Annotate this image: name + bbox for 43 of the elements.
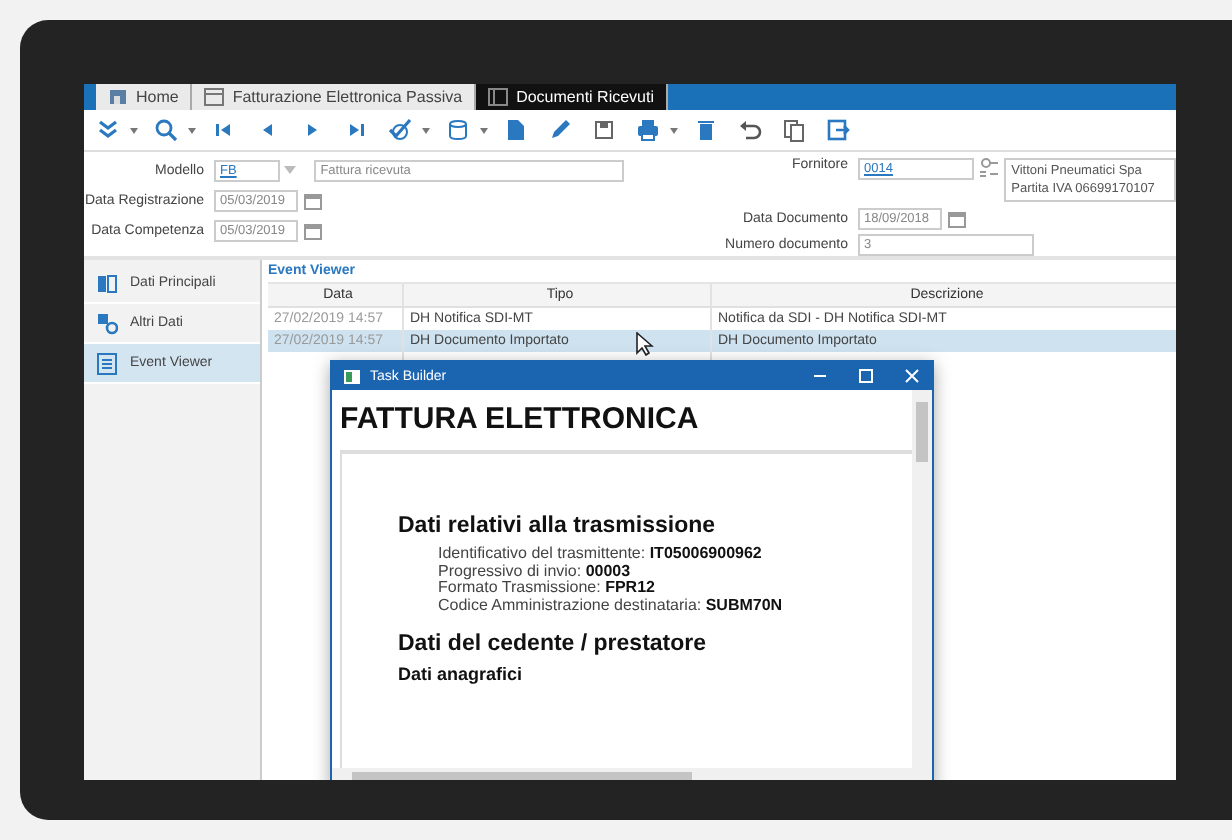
tab[interactable]: Fatturazione Elettronica Passiva (192, 84, 477, 110)
scrollbar-thumb[interactable] (916, 402, 928, 462)
key-icon[interactable] (979, 158, 998, 178)
dropdown-caret-icon[interactable] (670, 127, 678, 133)
dropdown-caret-icon[interactable] (130, 127, 138, 133)
maximize-icon[interactable] (858, 368, 874, 384)
section-heading: Dati relativi alla trasmissione (398, 514, 718, 538)
toolbar-button[interactable] (632, 114, 678, 146)
copy-document-icon (778, 114, 810, 146)
section-heading: Dati anagrafici (398, 663, 525, 684)
tab-icon (488, 88, 509, 106)
toolbar-button[interactable] (150, 114, 196, 146)
info-line: Codice Amministrazione destinataria: SUBM70N (438, 598, 785, 616)
tab[interactable]: Documenti Ricevuti (476, 84, 668, 110)
dropdown-caret-icon[interactable] (422, 127, 430, 133)
app-icon (344, 369, 360, 383)
tab-icon (108, 88, 128, 106)
close-icon[interactable] (904, 368, 920, 384)
info-line: Identificativo del trasmittente: IT05006900962 (438, 546, 764, 564)
calendar-icon[interactable] (948, 209, 966, 228)
check-icon (384, 114, 416, 146)
tab[interactable]: Home (96, 84, 193, 110)
dropdown-caret-icon[interactable] (480, 127, 488, 133)
tab-icon (204, 88, 225, 106)
section-icon (96, 271, 118, 295)
printer-icon (632, 114, 664, 146)
section-icon (96, 311, 118, 335)
section-icon (96, 351, 118, 375)
toolbar-button[interactable] (384, 114, 430, 146)
scrollbar-thumb[interactable] (352, 772, 692, 780)
info-line: Progressivo di invio: 00003 (438, 563, 633, 580)
mouse-cursor-icon (636, 332, 654, 356)
toolbar-button[interactable] (822, 114, 854, 146)
search-icon (150, 114, 182, 146)
toolbar-button[interactable] (778, 114, 810, 146)
vertical-scrollbar[interactable] (912, 390, 932, 768)
info-line: Formato Trasmissione: FPR12 (438, 580, 657, 598)
dropdown-caret-icon[interactable] (188, 127, 196, 133)
calendar-icon[interactable] (304, 221, 322, 239)
document-heading: FATTURA ELETTRONICA (340, 402, 701, 436)
exit-icon (822, 114, 854, 146)
calendar-icon[interactable] (304, 191, 322, 209)
section-heading: Dati del cedente / prestatore (398, 631, 709, 656)
